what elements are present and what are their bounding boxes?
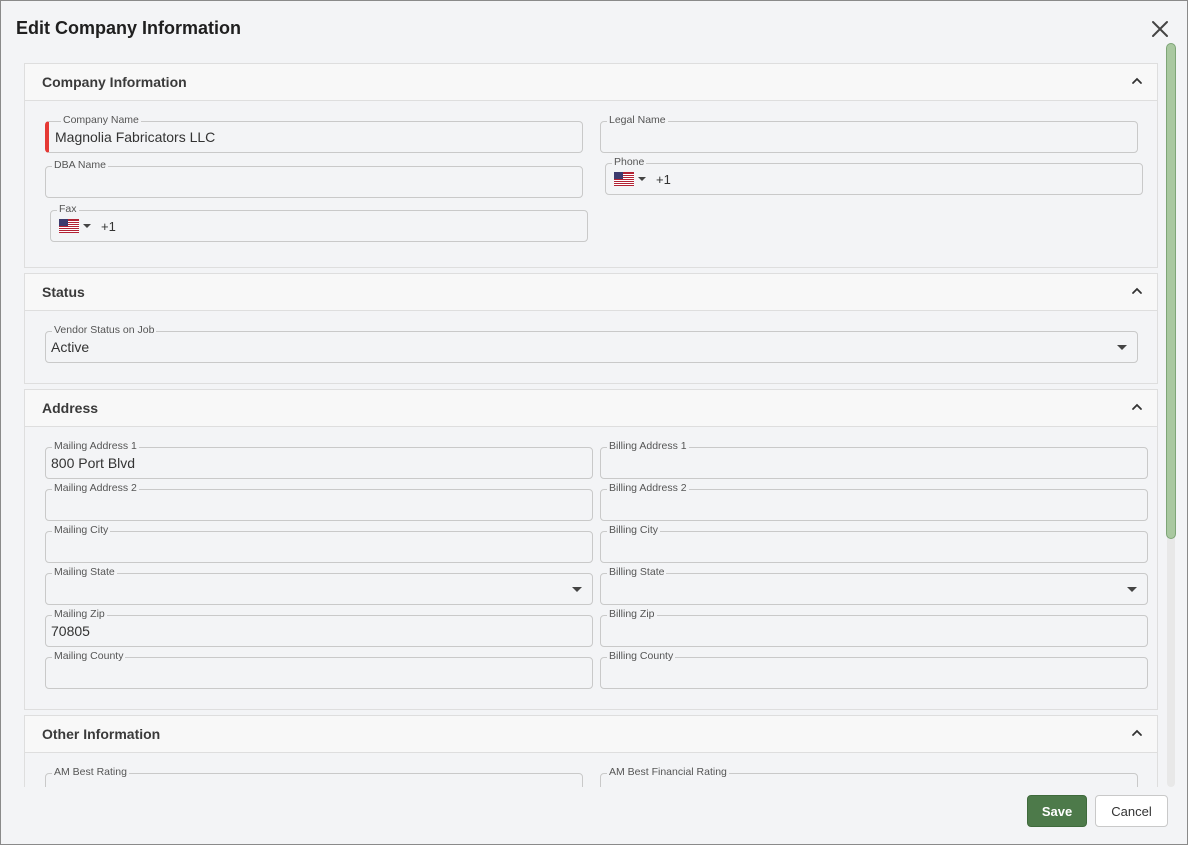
field-label: Billing County (607, 650, 676, 663)
field-label: Billing City (607, 524, 661, 537)
am-best-financial-rating-field[interactable]: AM Best Financial Rating (600, 766, 1138, 787)
field-value: 800 Port Blvd (51, 455, 136, 471)
caret-down-icon[interactable] (1117, 345, 1127, 350)
field-label: Legal Name (607, 114, 668, 127)
vendor-status-select[interactable]: Vendor Status on Job Active (45, 324, 1138, 363)
billing-address-2-field[interactable]: Billing Address 2 (600, 482, 1148, 521)
field-label: Billing Address 2 (607, 482, 689, 495)
us-flag-icon[interactable] (59, 219, 79, 233)
edit-company-dialog: Edit Company Information Company Informa… (0, 0, 1188, 845)
billing-county-field[interactable]: Billing County (600, 650, 1148, 689)
chevron-up-icon[interactable] (1131, 728, 1143, 738)
save-button[interactable]: Save (1027, 795, 1087, 827)
section-title: Address (42, 400, 99, 416)
billing-address-1-field[interactable]: Billing Address 1 (600, 440, 1148, 479)
phone-field[interactable]: Phone +1 (605, 156, 1143, 195)
close-icon[interactable] (1148, 17, 1172, 41)
section-header-status[interactable]: Status (25, 274, 1157, 311)
field-value: Active (51, 339, 90, 355)
section-address: Address Mailing Address 1 800 Port Blvd … (24, 389, 1158, 710)
mailing-city-field[interactable]: Mailing City (45, 524, 593, 563)
section-header-address[interactable]: Address (25, 390, 1157, 427)
section-title: Company Information (42, 74, 187, 90)
field-label: Mailing Zip (52, 608, 107, 621)
section-title: Status (42, 284, 85, 300)
billing-zip-field[interactable]: Billing Zip (600, 608, 1148, 647)
dba-name-field[interactable]: DBA Name (45, 159, 583, 198)
field-label: Mailing City (52, 524, 111, 537)
caret-down-icon[interactable] (638, 177, 646, 181)
mailing-address-1-field[interactable]: Mailing Address 1 800 Port Blvd (45, 440, 593, 479)
caret-down-icon[interactable] (572, 587, 582, 592)
field-label: Mailing Address 1 (52, 440, 139, 453)
us-flag-icon[interactable] (614, 172, 634, 186)
field-label: Phone (612, 156, 647, 169)
field-label: Billing Address 1 (607, 440, 689, 453)
scrollbar-thumb[interactable] (1166, 43, 1176, 539)
field-label: Vendor Status on Job (52, 324, 157, 337)
field-label: Billing Zip (607, 608, 657, 621)
field-label: Mailing County (52, 650, 126, 663)
company-name-field[interactable]: Company Name Magnolia Fabricators LLC (45, 114, 583, 153)
chevron-up-icon[interactable] (1131, 76, 1143, 86)
field-value: Magnolia Fabricators LLC (55, 129, 216, 145)
caret-down-icon[interactable] (1127, 587, 1137, 592)
mailing-address-2-field[interactable]: Mailing Address 2 (45, 482, 593, 521)
field-value: 70805 (51, 623, 90, 639)
section-header-company-information[interactable]: Company Information (25, 64, 1157, 101)
caret-down-icon[interactable] (83, 224, 91, 228)
am-best-rating-field[interactable]: AM Best Rating (45, 766, 583, 787)
section-title: Other Information (42, 726, 161, 742)
country-code: +1 (101, 219, 116, 234)
billing-city-field[interactable]: Billing City (600, 524, 1148, 563)
field-label: Mailing Address 2 (52, 482, 139, 495)
field-label: AM Best Rating (52, 766, 129, 779)
section-status: Status Vendor Status on Job Active (24, 273, 1158, 384)
field-label: Billing State (607, 566, 667, 579)
field-label: Fax (57, 203, 79, 216)
dialog-body: Company Information Company Name Magnoli… (1, 57, 1163, 787)
cancel-button[interactable]: Cancel (1095, 795, 1168, 827)
field-label: DBA Name (52, 159, 108, 172)
field-label: AM Best Financial Rating (607, 766, 729, 779)
legal-name-field[interactable]: Legal Name (600, 114, 1138, 153)
fax-field[interactable]: Fax +1 (50, 203, 588, 242)
mailing-state-select[interactable]: Mailing State (45, 566, 593, 605)
chevron-up-icon[interactable] (1131, 402, 1143, 412)
section-company-information: Company Information Company Name Magnoli… (24, 63, 1158, 268)
vertical-scrollbar[interactable] (1166, 43, 1176, 787)
mailing-zip-field[interactable]: Mailing Zip 70805 (45, 608, 593, 647)
section-header-other-information[interactable]: Other Information (25, 716, 1157, 753)
field-label: Mailing State (52, 566, 117, 579)
dialog-title: Edit Company Information (16, 18, 241, 38)
section-other-information: Other Information AM Best Rating AM Best… (24, 715, 1158, 787)
billing-state-select[interactable]: Billing State (600, 566, 1148, 605)
mailing-county-field[interactable]: Mailing County (45, 650, 593, 689)
field-label: Company Name (61, 114, 141, 127)
chevron-up-icon[interactable] (1131, 286, 1143, 296)
country-code: +1 (656, 172, 671, 187)
